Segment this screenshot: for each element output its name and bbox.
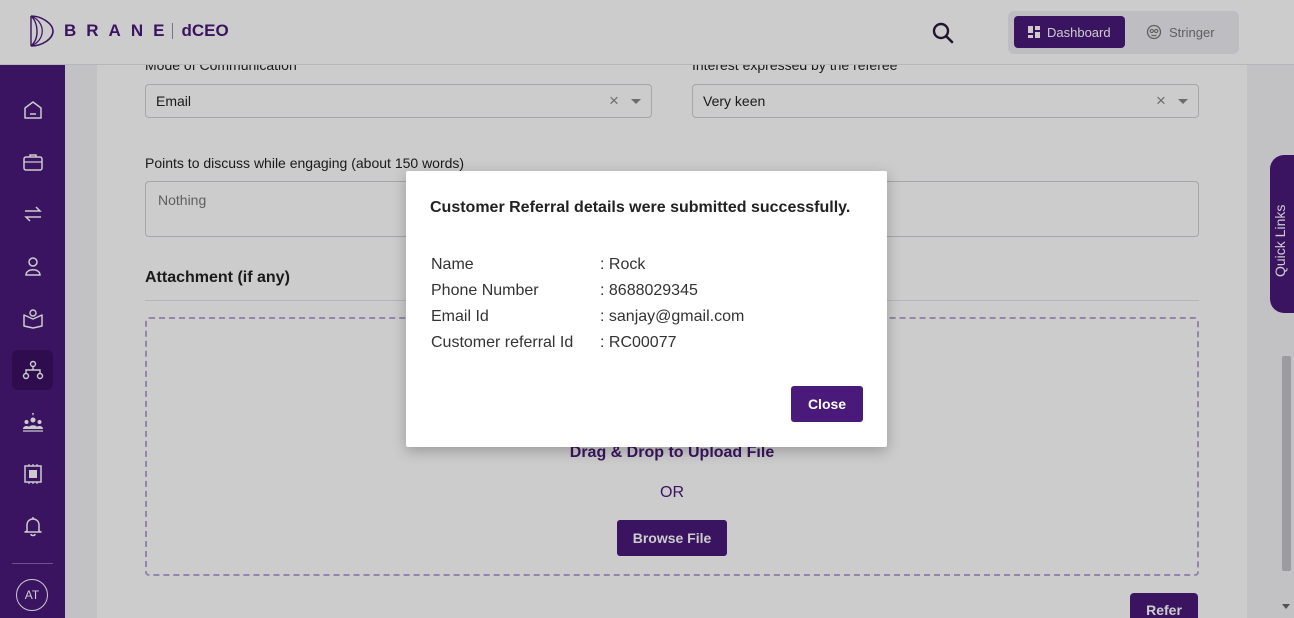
detail-value-email: : sanjay@gmail.com (600, 308, 745, 325)
detail-label-phone: Phone Number (431, 282, 539, 299)
detail-label-referral-id: Customer referral Id (431, 334, 574, 351)
detail-value-name: : Rock (600, 256, 646, 273)
detail-label-name: Name (431, 256, 474, 273)
detail-value-referral-id: : RC00077 (600, 334, 677, 351)
close-button[interactable]: Close (791, 386, 863, 422)
dialog-title: Customer Referral details were submitted… (430, 199, 851, 216)
detail-value-phone: : 8688029345 (600, 282, 698, 299)
success-dialog: Customer Referral details were submitted… (406, 171, 887, 447)
detail-label-email: Email Id (431, 308, 489, 325)
